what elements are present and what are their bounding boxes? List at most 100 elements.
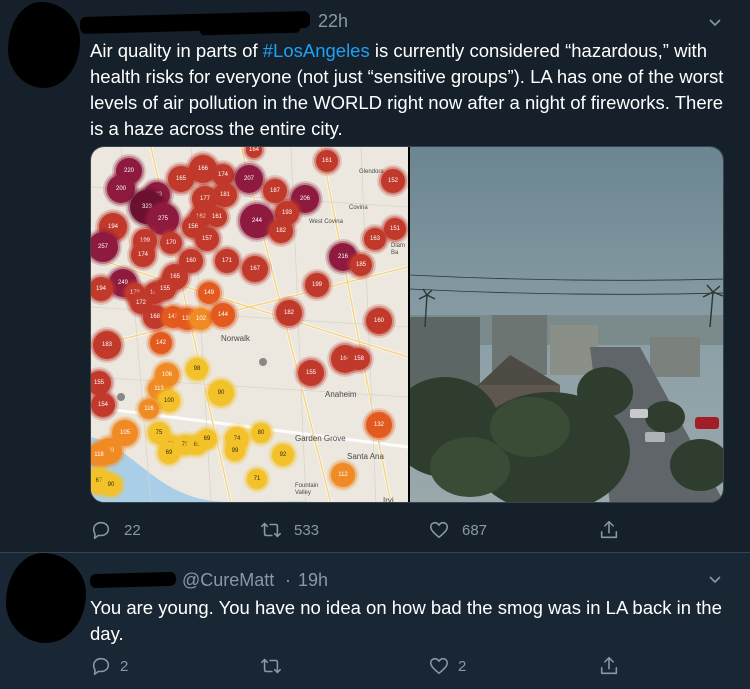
aqi-marker[interactable]: 207 — [235, 165, 263, 193]
aqi-marker[interactable]: 151 — [384, 218, 406, 240]
aqi-value: 177 — [199, 196, 210, 202]
aqi-marker[interactable]: 170 — [160, 232, 182, 254]
aqi-marker[interactable]: 155 — [298, 360, 324, 386]
reply-timestamp[interactable]: 19h — [298, 570, 328, 591]
aqi-value: 207 — [243, 176, 254, 182]
aqi-marker[interactable]: 132 — [366, 412, 392, 438]
aqi-marker[interactable]: 149 — [198, 282, 220, 304]
aqi-marker[interactable]: 102 — [190, 308, 212, 330]
like-button[interactable]: 687 — [428, 518, 487, 542]
aqi-value: 193 — [281, 210, 292, 216]
retweet-button[interactable]: 533 — [260, 518, 319, 542]
aqi-marker[interactable]: 92 — [272, 444, 294, 466]
aqi-marker[interactable]: 90 — [208, 380, 234, 406]
aqi-value: 166 — [197, 166, 208, 172]
reply-button[interactable]: 22 — [90, 518, 141, 542]
heart-icon — [429, 657, 449, 675]
hazy-city-photo[interactable] — [410, 147, 723, 502]
aqi-value: 155 — [159, 286, 170, 292]
aqi-marker[interactable]: 69 — [158, 442, 180, 464]
aqi-marker[interactable]: 167 — [242, 256, 268, 282]
aqi-value: 102 — [195, 316, 206, 322]
reply-icon — [92, 657, 110, 676]
map-label-irvine: Irvi — [383, 496, 394, 503]
hashtag-link[interactable]: #LosAngeles — [263, 40, 370, 61]
aqi-marker[interactable]: 69 — [197, 429, 217, 449]
aqi-value: 164 — [248, 147, 259, 153]
tweet-media[interactable]: Glendora Covina West Covina Norwalk Anaheim G… — [90, 146, 724, 503]
aqi-marker[interactable]: 90 — [100, 474, 122, 496]
retweet-count: 533 — [294, 521, 320, 539]
aqi-marker[interactable]: 98 — [186, 358, 208, 380]
aqi-marker[interactable]: 80 — [251, 423, 271, 443]
tweet-reply[interactable]: @CureMatt · 19h You are young. You have … — [0, 552, 750, 689]
aqi-value: 155 — [93, 380, 104, 386]
avatar-redacted[interactable] — [8, 2, 80, 88]
tweet-main[interactable]: 22h Air quality in parts of #LosAngeles … — [0, 0, 750, 552]
air-quality-map[interactable]: Glendora Covina West Covina Norwalk Anaheim G… — [91, 147, 408, 503]
aqi-marker[interactable]: 99 — [225, 441, 245, 461]
aqi-value: 171 — [221, 258, 232, 264]
aqi-value: 244 — [251, 218, 262, 224]
aqi-value: 80 — [257, 430, 265, 436]
aqi-marker[interactable]: 158 — [348, 348, 370, 370]
aqi-marker[interactable]: 182 — [269, 219, 293, 243]
aqi-marker[interactable]: 157 — [195, 227, 219, 251]
tweet-timestamp[interactable]: 22h — [318, 11, 348, 32]
reply-author-handle[interactable]: @CureMatt — [182, 570, 274, 591]
aqi-marker[interactable]: 161 — [316, 150, 338, 172]
aqi-marker[interactable]: 171 — [215, 249, 239, 273]
aqi-value: 92 — [279, 452, 287, 458]
share-button[interactable] — [598, 518, 620, 542]
aqi-value: 118 — [94, 452, 104, 458]
map-label-fountain-valley: Fountain Valley — [295, 483, 319, 496]
aqi-marker[interactable]: 199 — [305, 273, 329, 297]
aqi-value: 181 — [219, 192, 230, 198]
aqi-value: 160 — [185, 258, 196, 264]
aqi-value: 163 — [369, 236, 380, 242]
avatar-redacted[interactable] — [6, 553, 86, 643]
share-icon — [600, 656, 618, 675]
aqi-marker[interactable]: 183 — [93, 331, 121, 359]
aqi-marker[interactable]: 112 — [331, 463, 355, 487]
aqi-value: 75 — [155, 430, 163, 436]
aqi-marker[interactable]: 185 — [350, 254, 372, 276]
aqi-marker[interactable]: 182 — [276, 300, 302, 326]
aqi-value: 182 — [283, 310, 294, 316]
retweet-button[interactable] — [260, 654, 294, 678]
aqi-marker[interactable]: 144 — [211, 303, 235, 327]
aqi-value: 172 — [135, 300, 146, 306]
author-name-redacted[interactable] — [89, 571, 177, 589]
aqi-marker[interactable]: 71 — [247, 469, 267, 489]
aqi-value: 90 — [217, 390, 225, 396]
share-button[interactable] — [598, 654, 620, 678]
aqi-value: 99 — [231, 448, 239, 454]
aqi-marker[interactable]: 161 — [207, 207, 227, 227]
aqi-marker[interactable]: 116 — [139, 399, 159, 419]
like-button[interactable]: 2 — [428, 654, 466, 678]
aqi-value: 199 — [311, 282, 322, 288]
map-label-santa-ana: Santa Ana — [347, 452, 384, 461]
aqi-value: 116 — [144, 406, 154, 412]
chevron-down-icon[interactable] — [709, 574, 721, 586]
aqi-value: 69 — [165, 450, 173, 456]
map-label-garden-grove: Garden Grove — [295, 434, 346, 443]
aqi-marker[interactable]: 152 — [381, 169, 405, 193]
aqi-value: 152 — [387, 178, 398, 184]
aqi-marker[interactable]: 142 — [150, 332, 172, 354]
aqi-marker[interactable]: 160 — [366, 308, 392, 334]
aqi-marker[interactable]: 154 — [91, 393, 115, 417]
aqi-value: 161 — [211, 214, 222, 220]
aqi-marker[interactable]: 165 — [168, 166, 194, 192]
aqi-value: 165 — [169, 274, 180, 280]
aqi-value: 161 — [321, 158, 332, 164]
aqi-marker[interactable]: 187 — [263, 179, 287, 203]
chevron-down-icon[interactable] — [709, 17, 721, 29]
like-count: 2 — [458, 657, 467, 675]
aqi-marker[interactable]: 155 — [154, 278, 176, 300]
aqi-marker[interactable]: 174 — [131, 243, 155, 267]
reply-button[interactable]: 2 — [90, 654, 128, 678]
aqi-marker[interactable]: 163 — [364, 228, 386, 250]
map-label-covina: Covina — [349, 205, 368, 211]
aqi-marker[interactable]: 100 — [158, 390, 180, 412]
